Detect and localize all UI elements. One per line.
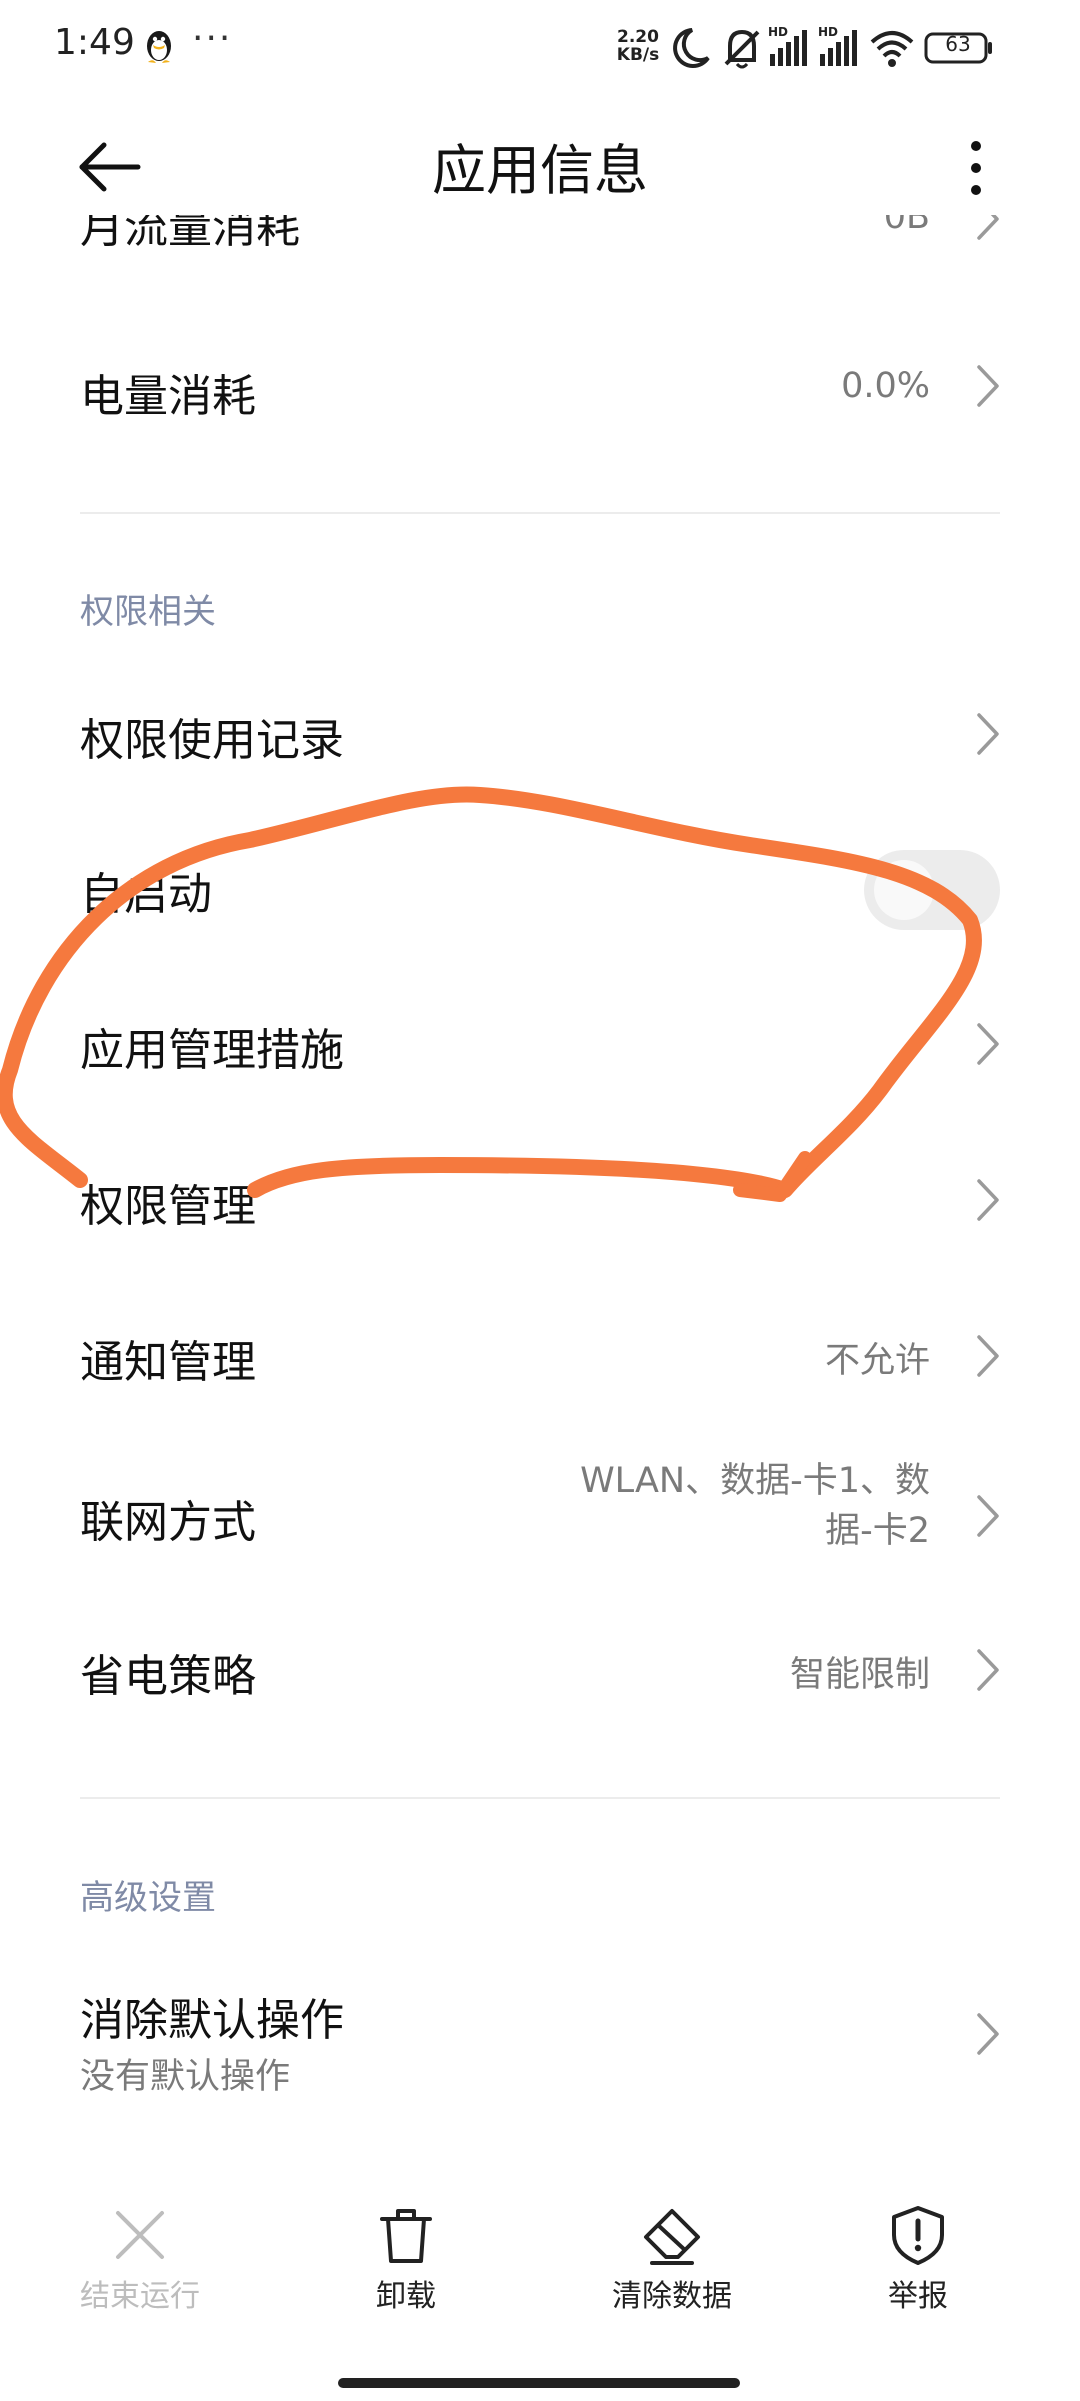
- net-speed: 2.20 KB/s: [612, 28, 664, 64]
- row-clear-default-label: 消除默认操作: [80, 1995, 344, 2046]
- home-indicator[interactable]: [338, 2378, 740, 2388]
- row-network-value-line2: 据-卡2: [825, 1511, 930, 1551]
- row-network-label: 联网方式: [80, 1497, 256, 1548]
- row-battery-value: 0.0%: [841, 366, 930, 406]
- chevron-right-icon: [977, 1495, 999, 1537]
- row-traffic-label: 月流量消耗: [80, 215, 300, 253]
- divider: [80, 1797, 1000, 1799]
- row-autostart-label: 自启动: [80, 869, 212, 920]
- row-clear-default[interactable]: 消除默认操作 没有默认操作: [0, 1960, 1080, 2110]
- row-network-value-line1: WLAN、数据-卡1、数: [580, 1461, 930, 1501]
- battery-level: 63: [945, 32, 971, 56]
- toggle-knob: [874, 860, 934, 920]
- row-power-policy-label: 省电策略: [80, 1651, 256, 1702]
- row-permission-records[interactable]: 权限使用记录: [0, 676, 1080, 796]
- row-app-measures-label: 应用管理措施: [80, 1025, 344, 1076]
- row-app-measures[interactable]: 应用管理措施: [0, 988, 1080, 1108]
- chevron-right-icon: [977, 2013, 999, 2055]
- page-title: 应用信息: [432, 139, 648, 202]
- row-network[interactable]: 联网方式 WLAN、数据-卡1、数 据-卡2: [0, 1456, 1080, 1586]
- row-power-policy[interactable]: 省电策略 智能限制: [0, 1614, 1080, 1734]
- row-battery-label: 电量消耗: [80, 371, 256, 422]
- uninstall-button[interactable]: 卸载: [296, 2175, 516, 2315]
- row-permission-records-label: 权限使用记录: [80, 715, 344, 766]
- more-vertical-icon: [971, 141, 981, 195]
- moon-icon: [673, 28, 710, 68]
- row-network-value: WLAN、数据-卡1、数 据-卡2: [580, 1456, 930, 1556]
- divider: [80, 512, 1000, 514]
- qq-penguin-icon: [147, 31, 171, 63]
- signal-sim2-icon: HD: [818, 25, 857, 66]
- status-bar: 1:49 ··· 2.20 KB/s HD HD 63: [0, 0, 1080, 100]
- chevron-right-icon: [977, 1335, 999, 1377]
- uninstall-label: 卸载: [376, 2279, 436, 2314]
- row-battery-usage[interactable]: 电量消耗 0.0%: [0, 330, 1080, 450]
- status-more-notifications: ···: [192, 18, 233, 59]
- chevron-right-icon: [977, 365, 999, 407]
- mute-bell-icon: [724, 29, 760, 69]
- shield-alert-icon: [892, 2206, 944, 2265]
- chevron-right-icon: [977, 215, 999, 240]
- back-button[interactable]: [64, 132, 160, 202]
- clear-data-label: 清除数据: [612, 2279, 732, 2314]
- close-x-icon: [116, 2211, 164, 2259]
- chevron-right-icon: [977, 713, 999, 755]
- row-traffic-value: 0B: [883, 215, 930, 237]
- chevron-right-icon: [977, 1649, 999, 1691]
- wifi-icon: [870, 31, 914, 67]
- stop-label: 结束运行: [80, 2279, 200, 2314]
- row-notification-label: 通知管理: [80, 1337, 256, 1388]
- section-header-advanced: 高级设置: [80, 1878, 216, 1918]
- row-notification-value: 不允许: [824, 1341, 930, 1381]
- signal-sim1-icon: HD: [768, 25, 807, 66]
- stop-button[interactable]: 结束运行: [30, 2175, 250, 2315]
- report-label: 举报: [888, 2279, 948, 2314]
- svg-text:HD: HD: [768, 25, 788, 39]
- row-permission-manage[interactable]: 权限管理: [0, 1144, 1080, 1264]
- svg-text:HD: HD: [818, 25, 838, 39]
- row-permission-manage-label: 权限管理: [80, 1181, 256, 1232]
- bottom-action-bar: 结束运行 卸载 清除数据 举报: [0, 2175, 1080, 2325]
- eraser-icon: [644, 2209, 700, 2265]
- clear-data-button[interactable]: 清除数据: [562, 2175, 782, 2315]
- arrow-left-icon: [79, 142, 141, 192]
- more-options-button[interactable]: [948, 132, 1008, 202]
- net-speed-value: 2.20: [617, 27, 659, 47]
- autostart-toggle[interactable]: [864, 850, 1000, 930]
- row-clear-default-sub: 没有默认操作: [80, 2057, 291, 2097]
- row-power-policy-value: 智能限制: [789, 1655, 930, 1695]
- row-traffic[interactable]: 月流量消耗 0B: [0, 215, 1080, 335]
- section-header-permissions: 权限相关: [80, 592, 216, 632]
- trash-icon: [380, 2209, 432, 2263]
- net-speed-unit: KB/s: [616, 45, 660, 65]
- row-notification[interactable]: 通知管理 不允许: [0, 1300, 1080, 1420]
- status-time: 1:49: [54, 22, 135, 63]
- report-button[interactable]: 举报: [808, 2175, 1028, 2315]
- chevron-right-icon: [977, 1023, 999, 1065]
- chevron-right-icon: [977, 1179, 999, 1221]
